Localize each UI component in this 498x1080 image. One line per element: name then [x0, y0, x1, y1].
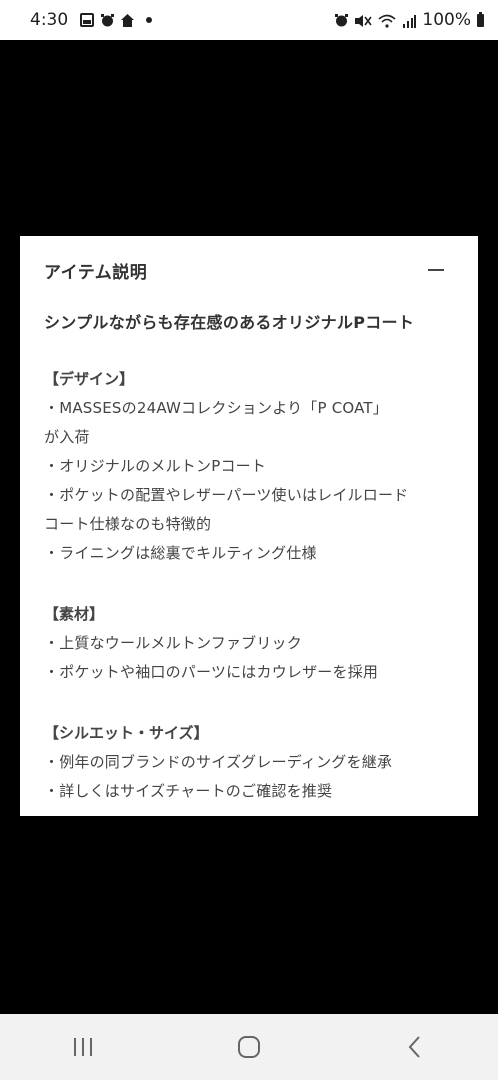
section-line: ・ポケットや袖口のパーツにはカウレザーを採用: [44, 663, 379, 681]
alarm-icon: [100, 13, 115, 27]
battery-level: 100%: [422, 10, 471, 30]
section-title: 【デザイン】: [44, 370, 135, 388]
mute-icon: [354, 13, 373, 27]
status-left: 4:30: [30, 10, 153, 30]
section-title: 【シルエット・サイズ】: [44, 724, 209, 742]
item-description-card: アイテム説明 シンプルながらも存在感のあるオリジナルPコート 【デザイン】 ・M…: [20, 236, 478, 816]
status-bar: 4:30 100%: [0, 0, 498, 40]
back-button[interactable]: [385, 1022, 445, 1072]
section-design: 【デザイン】 ・MASSESの24AWコレクションより「P COAT」 が入荷 …: [44, 365, 452, 568]
recent-apps-button[interactable]: [53, 1022, 113, 1072]
alarm-icon: [334, 13, 349, 27]
section-line: ・例年の同ブランドのサイズグレーディングを継承: [44, 753, 393, 771]
back-icon: [408, 1036, 420, 1058]
collapse-icon[interactable]: [428, 269, 444, 271]
section-line: ・上質なウールメルトンファブリック: [44, 634, 302, 652]
section-line: ・MASSESの24AWコレクションより「P COAT」: [44, 399, 388, 417]
section-title: 【素材】: [44, 605, 105, 623]
gallery-icon: [80, 13, 95, 27]
card-title: アイテム説明: [44, 262, 148, 283]
recent-apps-icon: [74, 1038, 92, 1056]
card-header: アイテム説明: [44, 258, 452, 283]
section-line: ・ライニングは総裏でキルティング仕様: [44, 544, 317, 562]
section-line: コート仕様なのも特徴的: [44, 515, 212, 533]
battery-icon: [477, 11, 484, 27]
section-material: 【素材】 ・上質なウールメルトンファブリック ・ポケットや袖口のパーツにはカウレ…: [44, 600, 452, 687]
card-headline: シンプルながらも存在感のあるオリジナルPコート: [44, 313, 415, 332]
signal-icon: [402, 13, 417, 28]
status-right: 100%: [334, 10, 484, 30]
home-button[interactable]: [219, 1022, 279, 1072]
navigation-bar: [0, 1014, 498, 1080]
section-silhouette-size: 【シルエット・サイズ】 ・例年の同ブランドのサイズグレーディングを継承 ・詳しく…: [44, 719, 452, 806]
section-line: ・ポケットの配置やレザーパーツ使いはレイルロード: [44, 486, 409, 504]
home-button-icon: [238, 1036, 260, 1058]
section-line: ・オリジナルのメルトンPコート: [44, 457, 267, 475]
section-line: が入荷: [44, 428, 90, 446]
notification-dot-icon: [146, 17, 153, 23]
status-time: 4:30: [30, 10, 69, 30]
section-line: ・詳しくはサイズチャートのご確認を推奨: [44, 782, 333, 800]
wifi-icon: [378, 13, 396, 28]
home-icon: [120, 13, 135, 27]
